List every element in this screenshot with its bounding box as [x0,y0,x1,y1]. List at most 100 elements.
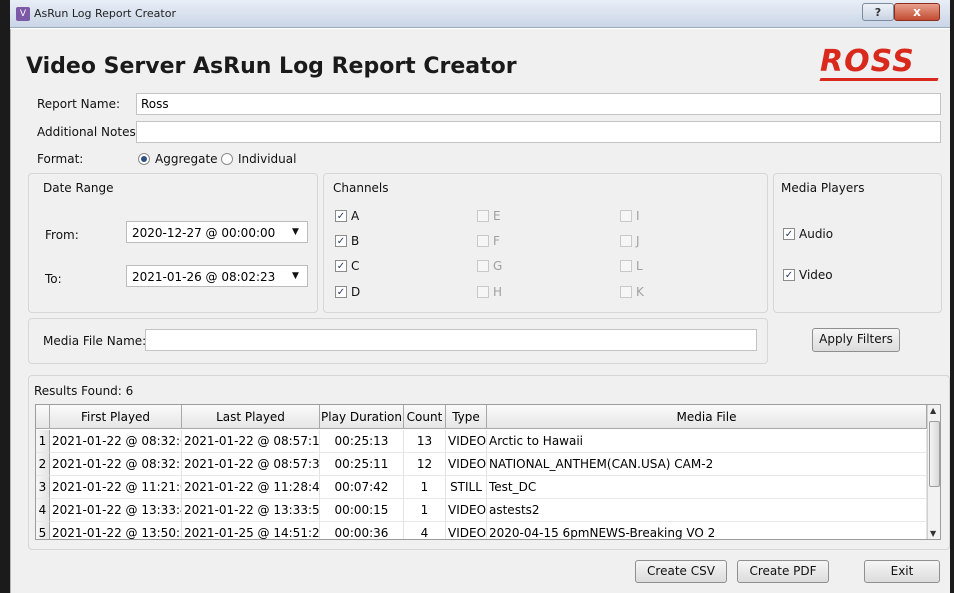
count-cell: 12 [404,453,446,476]
row-number: 5 [36,522,50,539]
media-file-cell: Arctic to Hawaii [487,430,927,453]
channel-d-checkbox[interactable]: ✓ [335,286,347,298]
type-cell: VIDEO [446,499,487,522]
type-cell: VIDEO [446,430,487,453]
last-played-cell: 2021-01-25 @ 14:51:24 [182,522,320,539]
type-cell: STILL [446,476,487,499]
duration-cell: 00:00:36 [320,522,404,539]
channel-j-label: J [636,234,640,248]
from-date-value: 2020-12-27 @ 00:00:00 [132,226,276,240]
channels-title: Channels [333,181,389,195]
channel-l-checkbox [620,260,632,272]
create-pdf-button[interactable]: Create PDF [737,560,829,583]
title-bar[interactable]: V AsRun Log Report Creator ? x [10,0,950,28]
channel-g-label: G [493,259,503,273]
first-played-cell: 2021-01-22 @ 08:32:05 [50,430,182,453]
media-file-label: Media File Name: [43,334,147,348]
channel-l-label: L [636,259,643,273]
count-cell: 1 [404,499,446,522]
apply-filters-button[interactable]: Apply Filters [812,328,900,352]
results-count: Results Found: 6 [34,384,134,398]
chevron-down-icon: ▼ [292,271,299,281]
count-cell: 1 [404,476,446,499]
format-aggregate-radio[interactable] [138,153,150,165]
to-label: To: [45,272,62,286]
channel-k-label: K [636,285,644,299]
exit-button[interactable]: Exit [864,560,940,583]
video-label: Video [799,268,833,282]
media-file-cell: astests2 [487,499,927,522]
column-header-first-played[interactable]: First Played [50,405,182,429]
video-checkbox[interactable]: ✓ [783,269,795,281]
channel-h-label: H [493,285,503,299]
help-button[interactable]: ? [862,3,894,21]
channel-k-checkbox [620,286,632,298]
column-header-last-played[interactable]: Last Played [182,405,320,429]
table-row[interactable]: 1 2021-01-22 @ 08:32:05 2021-01-22 @ 08:… [36,430,929,453]
results-table[interactable]: First Played Last Played Play Duration C… [35,404,941,540]
channel-i-label: I [636,209,640,223]
duration-cell: 00:25:13 [320,430,404,453]
type-cell: VIDEO [446,522,487,539]
scroll-up-icon[interactable]: ▲ [930,406,936,415]
logo-underline [819,78,939,81]
duration-cell: 00:00:15 [320,499,404,522]
scroll-down-icon[interactable]: ▼ [930,529,936,538]
table-row[interactable]: 3 2021-01-22 @ 11:21:06 2021-01-22 @ 11:… [36,476,929,499]
from-date-dropdown[interactable]: 2020-12-27 @ 00:00:00 ▼ [126,221,308,243]
channel-b-label: B [351,234,360,248]
close-button[interactable]: x [894,3,940,21]
channel-j-checkbox [620,235,632,247]
channel-b-checkbox[interactable]: ✓ [335,235,347,247]
table-row[interactable]: 4 2021-01-22 @ 13:33:40 2021-01-22 @ 13:… [36,499,929,522]
table-row[interactable]: 5 2021-01-22 @ 13:50:21 2021-01-25 @ 14:… [36,522,929,539]
app-icon: V [16,7,30,21]
report-name-field[interactable]: Ross [136,93,941,115]
table-row[interactable]: 2 2021-01-22 @ 08:32:18 2021-01-22 @ 08:… [36,453,929,476]
media-file-cell: Test_DC [487,476,927,499]
column-header-play-duration[interactable]: Play Duration [320,405,404,429]
audio-label: Audio [799,227,834,241]
to-date-value: 2021-01-26 @ 08:02:23 [132,270,276,284]
row-number: 3 [36,476,50,499]
desktop-edge-left [0,0,10,593]
column-header-count[interactable]: Count [404,405,446,429]
report-name-label: Report Name: [37,97,121,111]
format-label: Format: [37,152,84,166]
channel-f-label: F [493,234,500,248]
channel-i-checkbox [620,210,632,222]
first-played-cell: 2021-01-22 @ 08:32:18 [50,453,182,476]
duration-cell: 00:25:11 [320,453,404,476]
notes-label: Additional Notes: [37,125,140,139]
notes-field[interactable] [136,121,941,143]
count-cell: 13 [404,430,446,453]
channel-d-label: D [351,285,361,299]
row-number: 4 [36,499,50,522]
table-corner [36,405,50,429]
media-file-cell: NATIONAL_ANTHEM(CAN.USA) CAM-2 [487,453,927,476]
channel-a-checkbox[interactable]: ✓ [335,210,347,222]
create-csv-button[interactable]: Create CSV [635,560,727,583]
column-header-media-file[interactable]: Media File [487,405,927,429]
table-scrollbar[interactable]: ▲ ▼ [927,405,940,539]
row-number: 1 [36,430,50,453]
to-date-dropdown[interactable]: 2021-01-26 @ 08:02:23 ▼ [126,265,308,287]
ross-logo: ROSS [820,44,915,79]
format-individual-radio[interactable] [221,153,233,165]
scrollbar-thumb[interactable] [929,421,940,487]
channel-c-checkbox[interactable]: ✓ [335,260,347,272]
channels-group [323,173,768,313]
column-header-type[interactable]: Type [446,405,487,429]
format-aggregate-label: Aggregate [155,152,218,166]
window-title: AsRun Log Report Creator [34,7,176,20]
media-file-input[interactable] [145,329,757,351]
desktop-edge-right [950,0,954,593]
media-players-title: Media Players [781,181,865,195]
channel-h-checkbox [477,286,489,298]
first-played-cell: 2021-01-22 @ 11:21:06 [50,476,182,499]
type-cell: VIDEO [446,453,487,476]
row-number: 2 [36,453,50,476]
audio-checkbox[interactable]: ✓ [783,228,795,240]
from-label: From: [45,228,79,242]
chevron-down-icon: ▼ [292,227,299,237]
